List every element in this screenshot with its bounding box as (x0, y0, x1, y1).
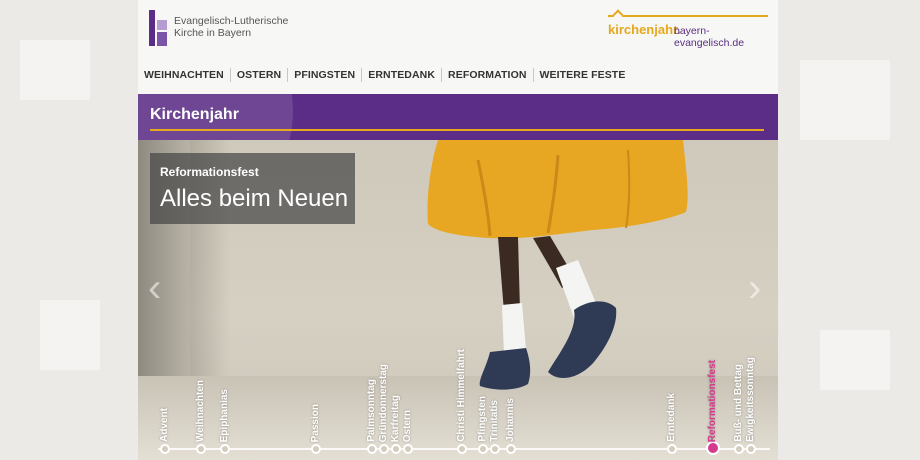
timeline-dot[interactable] (367, 444, 377, 454)
timeline-dot[interactable] (379, 444, 389, 454)
nav-item-ostern[interactable]: OSTERN (231, 68, 289, 82)
page: Evangelisch-Lutherische Kirche in Bayern… (138, 0, 778, 460)
nav-item-reformation[interactable]: REFORMATION (442, 68, 534, 82)
background-tile (40, 300, 100, 370)
timeline-dot[interactable] (706, 441, 720, 455)
timeline-dot[interactable] (478, 444, 488, 454)
org-name-line1: Evangelisch-Lutherische (174, 15, 289, 27)
timeline-dot[interactable] (403, 444, 413, 454)
timeline-dot[interactable] (220, 444, 230, 454)
section-banner: Kirchenjahr (138, 94, 778, 140)
timeline-label[interactable]: Karfreitag (390, 395, 401, 442)
nav-item-pfingsten[interactable]: PFINGSTEN (288, 68, 363, 82)
timeline-label[interactable]: Erntedank (666, 393, 677, 442)
timeline-dot[interactable] (746, 444, 756, 454)
timeline-label[interactable]: Advent (159, 408, 170, 442)
org-name[interactable]: Evangelisch-Lutherische Kirche in Bayern (174, 15, 288, 39)
slide-subtitle: Reformationsfest (160, 165, 259, 179)
slide-title[interactable]: Alles beim Neuen (160, 185, 348, 213)
timeline-label[interactable]: Reformationsfest (707, 360, 718, 442)
background-tile (800, 60, 890, 140)
timeline-dot[interactable] (667, 444, 677, 454)
prev-slide-icon[interactable]: ‹ (148, 266, 161, 311)
timeline-label[interactable]: Buß- und Bettag (733, 364, 744, 442)
timeline-label[interactable]: Epiphanias (219, 389, 230, 442)
timeline-dot[interactable] (457, 444, 467, 454)
kirchenjahr-logo[interactable]: kirchenjahr. (608, 22, 681, 37)
background-tile (820, 330, 890, 390)
timeline-label[interactable]: Gründonnerstag (378, 364, 389, 442)
slide-caption: Reformationsfest Alles beim Neuen (150, 153, 355, 224)
timeline-label[interactable]: Trinitatis (489, 400, 500, 442)
next-slide-icon[interactable]: › (748, 266, 761, 311)
kirchenjahr-logo-line (608, 15, 768, 17)
hero-slider: Reformationsfest Alles beim Neuen ‹ › Ad… (138, 140, 778, 460)
timeline-label[interactable]: Ostern (402, 410, 413, 442)
main-nav: WEIHNACHTEN OSTERN PFINGSTEN ERNTEDANK R… (138, 64, 631, 86)
section-title: Kirchenjahr (150, 106, 239, 123)
timeline-label[interactable]: Passion (310, 404, 321, 442)
timeline-label[interactable]: Palmsonntag (366, 379, 377, 442)
timeline-dot[interactable] (490, 444, 500, 454)
timeline-label[interactable]: Pfingsten (477, 396, 488, 442)
timeline-dot[interactable] (160, 444, 170, 454)
org-name-line2: Kirche in Bayern (174, 27, 252, 39)
timeline-dot[interactable] (196, 444, 206, 454)
elkb-logo-icon[interactable] (149, 10, 169, 46)
timeline-label[interactable]: Christi Himmelfahrt (456, 349, 467, 442)
timeline-label[interactable]: Johannis (505, 398, 516, 442)
timeline-dot[interactable] (734, 444, 744, 454)
timeline-dot[interactable] (506, 444, 516, 454)
banner-underline (150, 129, 764, 131)
nav-item-weitere-feste[interactable]: WEITERE FESTE (534, 68, 632, 82)
timeline-label[interactable]: Weihnachten (195, 380, 206, 442)
background-tile (20, 40, 90, 100)
timeline-label[interactable]: Ewigkeitssonntag (745, 357, 756, 442)
nav-item-erntedank[interactable]: ERNTEDANK (362, 68, 443, 82)
nav-item-weihnachten[interactable]: WEIHNACHTEN (138, 68, 231, 82)
timeline-dot[interactable] (311, 444, 321, 454)
timeline-dot[interactable] (391, 444, 401, 454)
site-link[interactable]: bayern-evangelisch.de (674, 25, 778, 49)
